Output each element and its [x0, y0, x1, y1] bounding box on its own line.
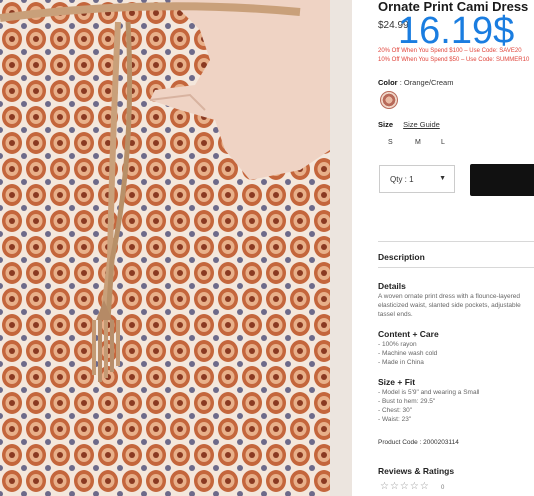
fit-line: - Waist: 23"	[378, 416, 412, 423]
sale-price-overlay: 16.19$	[398, 10, 515, 52]
product-info-panel: Ornate Print Cami Dress $24.99 16.19$ 20…	[378, 0, 534, 496]
star-rating-icon: ☆☆☆☆☆	[380, 481, 430, 492]
content-line: - Made in China	[378, 359, 424, 366]
details-line: tassel ends.	[378, 311, 413, 318]
promo-line-2: 10% Off When You Spend $50 – Use Code: S…	[378, 57, 530, 63]
color-swatch-orange-cream[interactable]	[380, 91, 398, 109]
size-option-l[interactable]: L	[441, 139, 445, 146]
color-value: : Orange/Cream	[399, 78, 454, 87]
content-line: - 100% rayon	[378, 341, 417, 348]
product-code: Product Code : 2000203114	[378, 439, 459, 446]
details-line: A woven ornate print dress with a flounc…	[378, 293, 520, 300]
color-row: Color : Orange/Cream	[378, 78, 453, 87]
promo-line-1: 20% Off When You Spend $100 – Use Code: …	[378, 48, 522, 54]
quantity-select[interactable]: Qty : 1 ▼	[379, 165, 455, 193]
size-label: Size	[378, 120, 394, 129]
content-care-heading: Content + Care	[378, 329, 439, 339]
review-count: 0	[441, 485, 445, 491]
size-guide-link[interactable]: Size Guide	[403, 120, 440, 129]
content-line: - Machine wash cold	[378, 350, 438, 357]
size-row: Size Size Guide	[378, 120, 440, 129]
fit-line: - Chest: 30"	[378, 407, 413, 414]
quantity-value: Qty : 1	[390, 175, 414, 184]
chevron-down-icon: ▼	[439, 175, 446, 182]
divider	[378, 241, 534, 242]
details-heading: Details	[378, 281, 406, 291]
description-heading[interactable]: Description	[378, 252, 425, 262]
divider	[378, 267, 534, 268]
reviews-heading[interactable]: Reviews & Ratings	[378, 466, 454, 476]
product-photo[interactable]	[0, 0, 330, 496]
fit-line: - Model is 5'9" and wearing a Small	[378, 389, 480, 396]
dress-image	[0, 0, 330, 496]
fit-line: - Bust to hem: 29.5"	[378, 398, 436, 405]
color-label: Color	[378, 78, 398, 87]
gallery-edge	[330, 0, 352, 496]
size-fit-heading: Size + Fit	[378, 377, 416, 387]
size-option-s[interactable]: S	[388, 139, 393, 146]
add-to-cart-button[interactable]	[470, 164, 534, 196]
details-line: elasticized waist, slanted side pockets,…	[378, 302, 521, 309]
size-option-m[interactable]: M	[415, 139, 421, 146]
